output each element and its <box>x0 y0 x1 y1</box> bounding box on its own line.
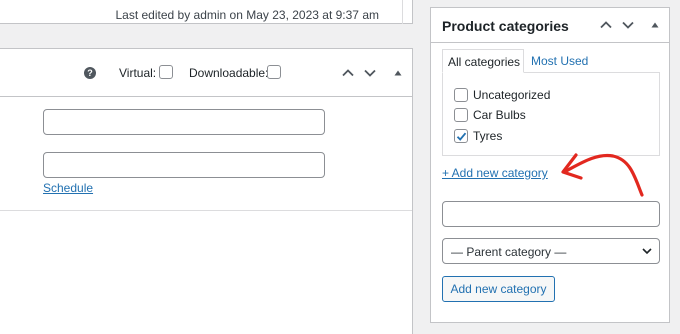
box-header-divider <box>431 42 669 43</box>
price-input[interactable] <box>43 109 325 135</box>
add-new-category-link[interactable]: + Add new category <box>442 166 548 180</box>
add-new-category-button[interactable]: Add new category <box>442 276 555 302</box>
last-edited-text: Last edited by admin on May 23, 2023 at … <box>115 8 379 22</box>
category-label: Uncategorized <box>473 88 551 102</box>
tab-all-categories[interactable]: All categories <box>442 49 524 73</box>
new-category-name-input[interactable] <box>442 201 660 227</box>
parent-select-value: — Parent category — <box>451 245 567 259</box>
post-status-bar: Last edited by admin on May 23, 2023 at … <box>0 0 413 24</box>
triangle-up-icon[interactable] <box>393 68 403 78</box>
virtual-checkbox[interactable] <box>159 65 173 79</box>
annotation-arrow-icon <box>561 153 644 197</box>
parent-category-select[interactable]: — Parent category — <box>442 238 660 264</box>
question-circle-icon[interactable]: ? <box>84 67 96 79</box>
chevron-up-icon[interactable] <box>597 16 615 34</box>
checkmark-icon <box>456 132 467 141</box>
product-categories-title: Product categories <box>442 18 569 34</box>
triangle-up-icon[interactable] <box>650 20 660 30</box>
product-categories-box: Product categories Uncategorized Car Bul… <box>430 7 670 323</box>
category-checkbox[interactable] <box>454 108 468 122</box>
product-data-panel: ? Virtual: Downloadable: Schedule <box>0 48 413 334</box>
chevron-up-icon[interactable] <box>339 64 357 82</box>
downloadable-checkbox[interactable] <box>267 65 281 79</box>
sale-price-input[interactable] <box>43 152 325 178</box>
chevron-down-icon <box>639 243 655 259</box>
product-data-header: ? Virtual: Downloadable: <box>0 49 412 97</box>
chevron-down-icon[interactable] <box>619 16 637 34</box>
category-checkbox[interactable] <box>454 88 468 102</box>
downloadable-label: Downloadable: <box>189 66 269 80</box>
schedule-link[interactable]: Schedule <box>43 181 93 195</box>
category-label: Car Bulbs <box>473 108 526 122</box>
category-label: Tyres <box>473 129 503 143</box>
chevron-down-icon[interactable] <box>361 64 379 82</box>
virtual-label: Virtual: <box>119 66 157 80</box>
tab-most-used[interactable]: Most Used <box>531 54 588 68</box>
category-checkbox[interactable] <box>454 129 468 143</box>
